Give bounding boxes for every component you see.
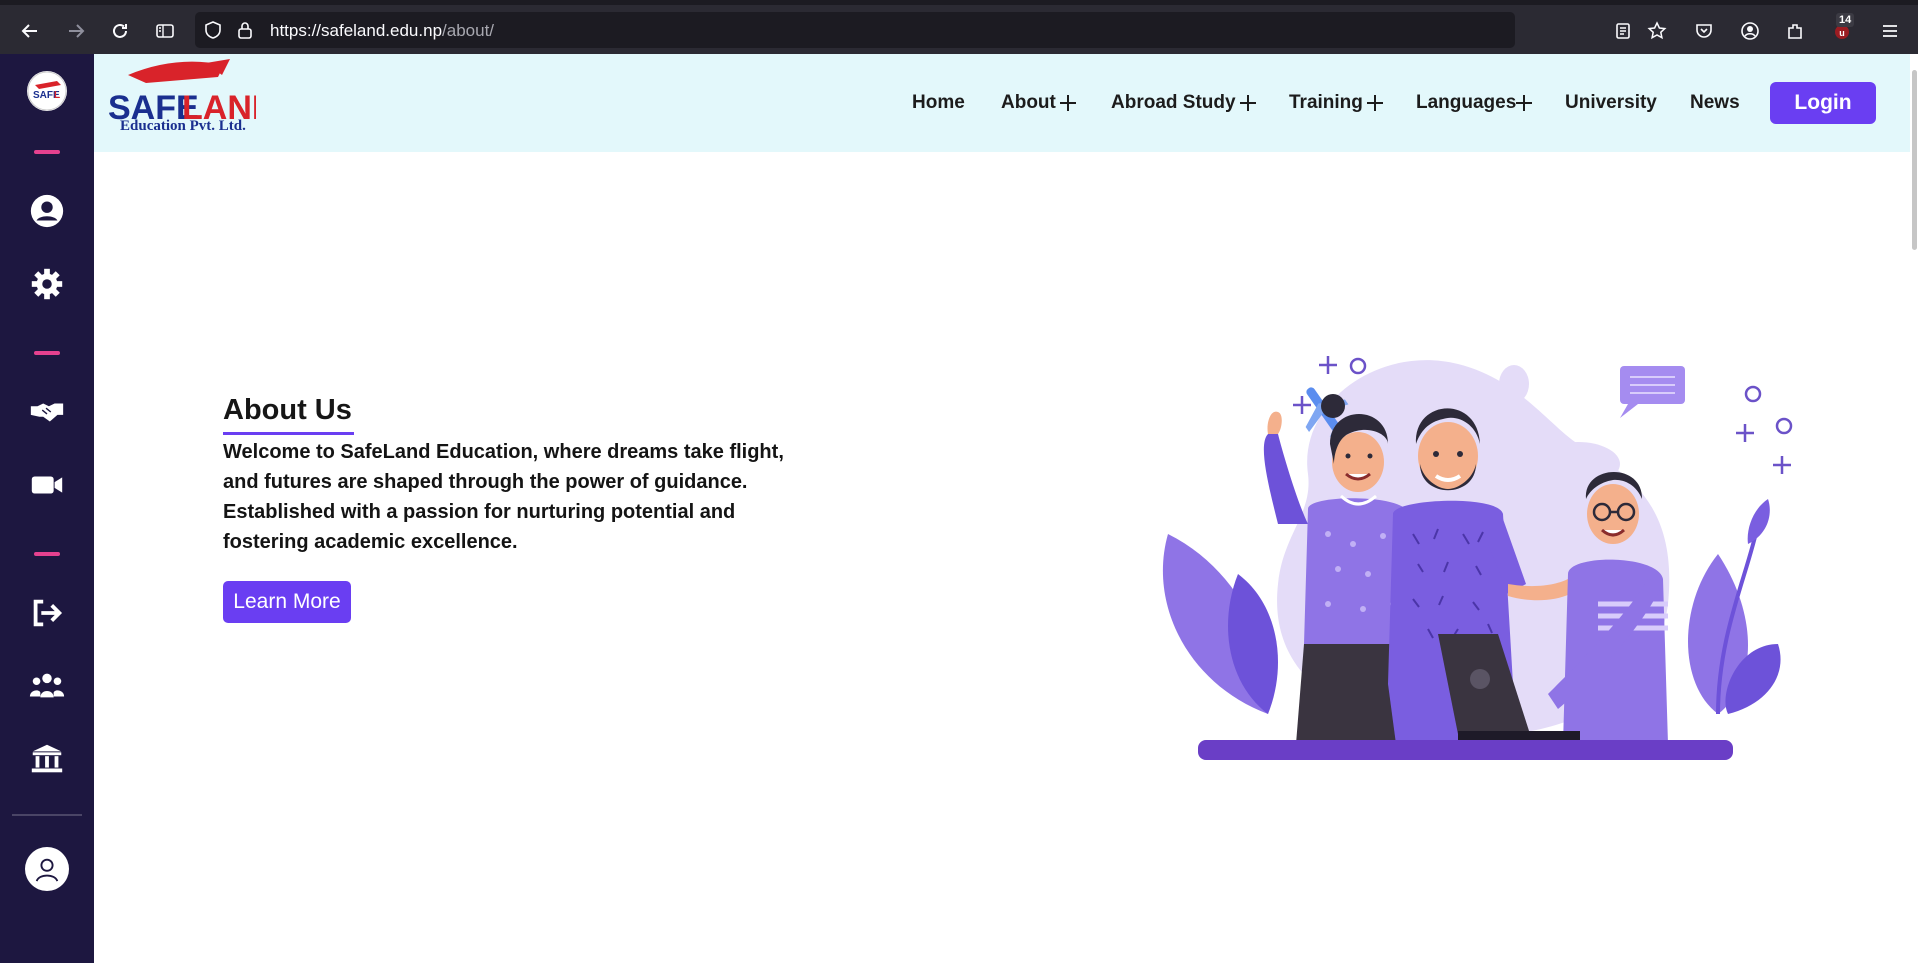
sidebar-item-profile[interactable]: [0, 186, 94, 236]
bookmark-star-icon[interactable]: [1643, 17, 1671, 45]
sidebar-item-group[interactable]: [0, 661, 94, 711]
login-button[interactable]: Login: [1770, 82, 1876, 124]
plus-icon: [1516, 95, 1533, 111]
back-icon[interactable]: [16, 17, 44, 45]
team-illustration: [1162, 356, 1793, 760]
browser-toolbar: https://safeland.edu.np/about/ u 14: [0, 0, 1918, 54]
sidebar-item-settings[interactable]: [0, 259, 94, 309]
account-icon[interactable]: [1736, 17, 1764, 45]
pocket-icon[interactable]: [1690, 17, 1718, 45]
site-logo[interactable]: SAFE LAND Education Pvt. Ltd.: [106, 57, 276, 147]
sidebar-divider: [34, 351, 60, 355]
sidebar-item-logout[interactable]: [0, 588, 94, 638]
svg-text:u: u: [1839, 28, 1845, 38]
plus-icon: [1239, 95, 1256, 111]
nav-news-label: News: [1690, 92, 1740, 113]
url-path: /about/: [442, 21, 495, 40]
nav-home-label: Home: [912, 92, 965, 113]
page-content: SAFE LAND Education Pvt. Ltd. Home About…: [94, 54, 1918, 963]
lock-icon[interactable]: [235, 20, 255, 40]
sidebar-divider: [34, 150, 60, 154]
page-scrollbar[interactable]: [1910, 54, 1918, 963]
group-icon: [29, 673, 65, 698]
gear-icon: [31, 268, 63, 300]
sidebar-logo[interactable]: SAFE L: [27, 71, 67, 111]
logo-subtitle: Education Pvt. Ltd.: [120, 118, 246, 134]
shield-icon[interactable]: [203, 20, 223, 40]
forward-icon[interactable]: [62, 17, 90, 45]
sidebar-item-partners[interactable]: [0, 387, 94, 437]
nav-about-label: About: [1001, 92, 1056, 113]
url-text[interactable]: https://safeland.edu.np/about/: [270, 21, 494, 41]
menu-icon[interactable]: [1876, 17, 1904, 45]
plus-icon: [1059, 95, 1076, 111]
nav-home[interactable]: Home: [912, 92, 965, 114]
nav-news[interactable]: News: [1690, 92, 1740, 114]
avatar-icon: [35, 858, 59, 882]
nav-about[interactable]: About: [1001, 92, 1076, 114]
nav-training-label: Training: [1289, 92, 1363, 113]
logout-icon: [33, 599, 63, 627]
nav-abroad-study[interactable]: Abroad Study: [1111, 92, 1256, 114]
site-header: SAFE LAND Education Pvt. Ltd. Home About…: [94, 54, 1918, 152]
extensions-icon[interactable]: [1781, 17, 1809, 45]
handshake-icon: [30, 403, 64, 422]
learn-more-button[interactable]: Learn More: [223, 581, 351, 623]
video-icon: [31, 476, 63, 494]
about-paragraph: Welcome to SafeLand Education, where dre…: [223, 441, 784, 553]
profile-icon: [30, 194, 64, 228]
title-underline: [223, 432, 354, 435]
sidebar-item-video[interactable]: [0, 460, 94, 510]
svg-text:L: L: [54, 90, 60, 101]
reload-icon[interactable]: [106, 17, 134, 45]
bank-icon: [31, 744, 63, 773]
nav-abroad-study-label: Abroad Study: [1111, 92, 1236, 113]
plus-icon: [1366, 95, 1383, 111]
scrollbar-thumb[interactable]: [1912, 70, 1917, 250]
sidebar-avatar[interactable]: [25, 847, 69, 891]
sidebar-divider: [34, 552, 60, 556]
url-host: https://safeland.edu.np: [270, 21, 443, 40]
reader-view-icon[interactable]: [1609, 17, 1637, 45]
left-sidebar: SAFE L: [0, 54, 94, 963]
nav-languages-label: Languages: [1416, 92, 1517, 113]
page-title: About Us: [223, 394, 352, 426]
url-bar[interactable]: https://safeland.edu.np/about/: [195, 12, 1515, 48]
sidebar-separator: [12, 814, 82, 816]
nav-languages[interactable]: Languages: [1416, 92, 1533, 114]
sidebar-item-bank[interactable]: [0, 734, 94, 784]
nav-university[interactable]: University: [1565, 92, 1657, 114]
extension-badge: 14: [1836, 13, 1855, 27]
nav-university-label: University: [1565, 92, 1657, 113]
sidebar-toggle-icon[interactable]: [151, 17, 179, 45]
learn-more-label: Learn More: [233, 590, 341, 613]
login-label: Login: [1794, 91, 1852, 114]
nav-training[interactable]: Training: [1289, 92, 1383, 114]
